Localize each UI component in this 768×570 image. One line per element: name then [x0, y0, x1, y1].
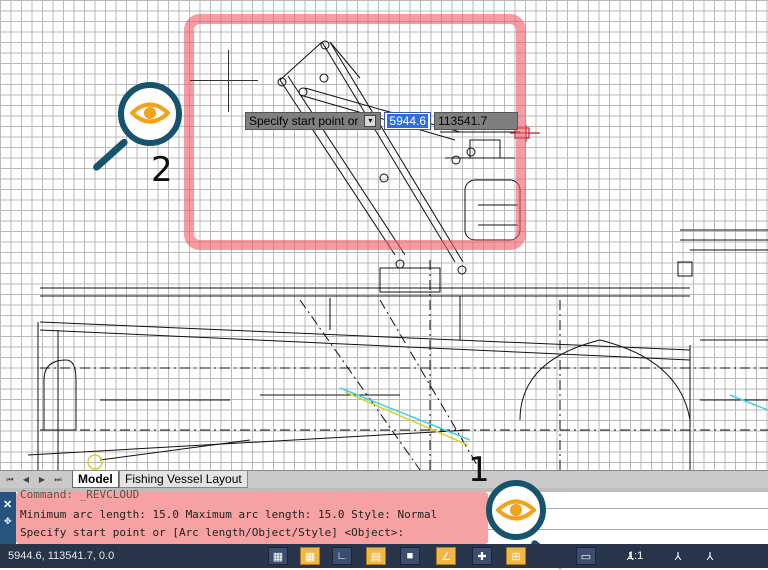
dynamic-input-tooltip[interactable]: Specify start point or ▾ 5944.6 113541.7	[245, 112, 519, 130]
otrack-icon: ⊞	[511, 550, 521, 563]
dynamic-input-x-field[interactable]: 5944.6	[384, 112, 432, 130]
snap-icon: ∟	[336, 550, 348, 562]
coordinate-readout: 5944.6, 113541.7, 0.0	[8, 550, 115, 562]
drawing-canvas[interactable]: Specify start point or ▾ 5944.6 113541.7…	[0, 0, 768, 470]
crosshair-horizontal	[190, 80, 258, 81]
command-history-line-1: Command: _REVCLOUD	[20, 488, 140, 501]
prev-tab-icon[interactable]: ◀	[22, 475, 30, 485]
ortho-icon: ▤	[370, 550, 382, 563]
lineweight-icon: ▭	[580, 550, 592, 563]
command-history-line-2: Minimum arc length: 15.0 Maximum arc len…	[20, 508, 438, 521]
ortho-button[interactable]: ■	[400, 547, 420, 565]
snap-button[interactable]: ∟	[332, 547, 352, 565]
grid-icon: ▦	[272, 550, 284, 563]
magnifier-icon	[88, 82, 188, 177]
polar-icon: ∠	[441, 550, 451, 563]
dynamic-input-y-field[interactable]: 113541.7	[434, 112, 519, 130]
ortho-icon: ■	[406, 550, 414, 562]
pin-icon[interactable]: ✥	[4, 516, 12, 527]
annotation-visibility-icon: ⅄	[674, 550, 682, 563]
model-space-button[interactable]: ▦	[268, 547, 288, 565]
otrack-button[interactable]: ⊞	[506, 547, 526, 565]
eye-icon	[496, 499, 536, 521]
osnap-button[interactable]: ✚	[472, 547, 492, 565]
polar-button[interactable]: ∠	[436, 547, 456, 565]
crosshair-vertical	[228, 50, 229, 112]
next-tab-icon[interactable]: ▶	[38, 475, 46, 485]
first-tab-icon[interactable]: ⏮	[6, 475, 14, 485]
dynamic-input-button[interactable]: ▤	[366, 547, 386, 565]
grid-button[interactable]: ▦	[300, 547, 320, 565]
annotation-visibility-button[interactable]: ⅄	[668, 547, 688, 565]
auto-scale-button[interactable]: ⅄	[700, 547, 720, 565]
layout-tabs-bar: ⏮ ◀ ▶ ⏭ Model Fishing Vessel Layout	[0, 470, 768, 489]
tab-fishing-vessel-layout[interactable]: Fishing Vessel Layout	[119, 471, 248, 488]
tab-model[interactable]: Model	[72, 471, 119, 488]
lineweight-button[interactable]: ▭	[576, 547, 596, 565]
x-value: 5944.6	[387, 114, 429, 128]
callout-number-2: 2	[151, 150, 173, 190]
auto-scale-icon: ⅄	[706, 550, 714, 563]
command-prompt-line: Specify start point or [Arc length/Objec…	[20, 526, 405, 539]
osnap-icon: ✚	[477, 550, 487, 563]
dynamic-input-prompt: Specify start point or ▾	[245, 112, 382, 130]
eye-icon	[130, 102, 170, 124]
annotation-scale-value: 1:1	[628, 550, 644, 562]
options-arrow-icon[interactable]: ▾	[364, 115, 377, 127]
dynamic-input-prompt-text: Specify start point or	[249, 114, 359, 128]
command-line-panel: ✕ ✥ Command: _REVCLOUD Minimum arc lengt…	[0, 488, 768, 544]
last-tab-icon[interactable]: ⏭	[54, 475, 62, 485]
status-bar: 5944.6, 113541.7, 0.0 ▦ ▦ ∟ ▤ ■ ∠ ✚ ⊞ ▭ …	[0, 544, 768, 568]
grid-icon: ▦	[304, 550, 316, 563]
command-panel-sidebar: ✕ ✥	[0, 492, 16, 544]
highlight-rectangle	[184, 14, 526, 250]
close-icon[interactable]: ✕	[3, 498, 12, 511]
